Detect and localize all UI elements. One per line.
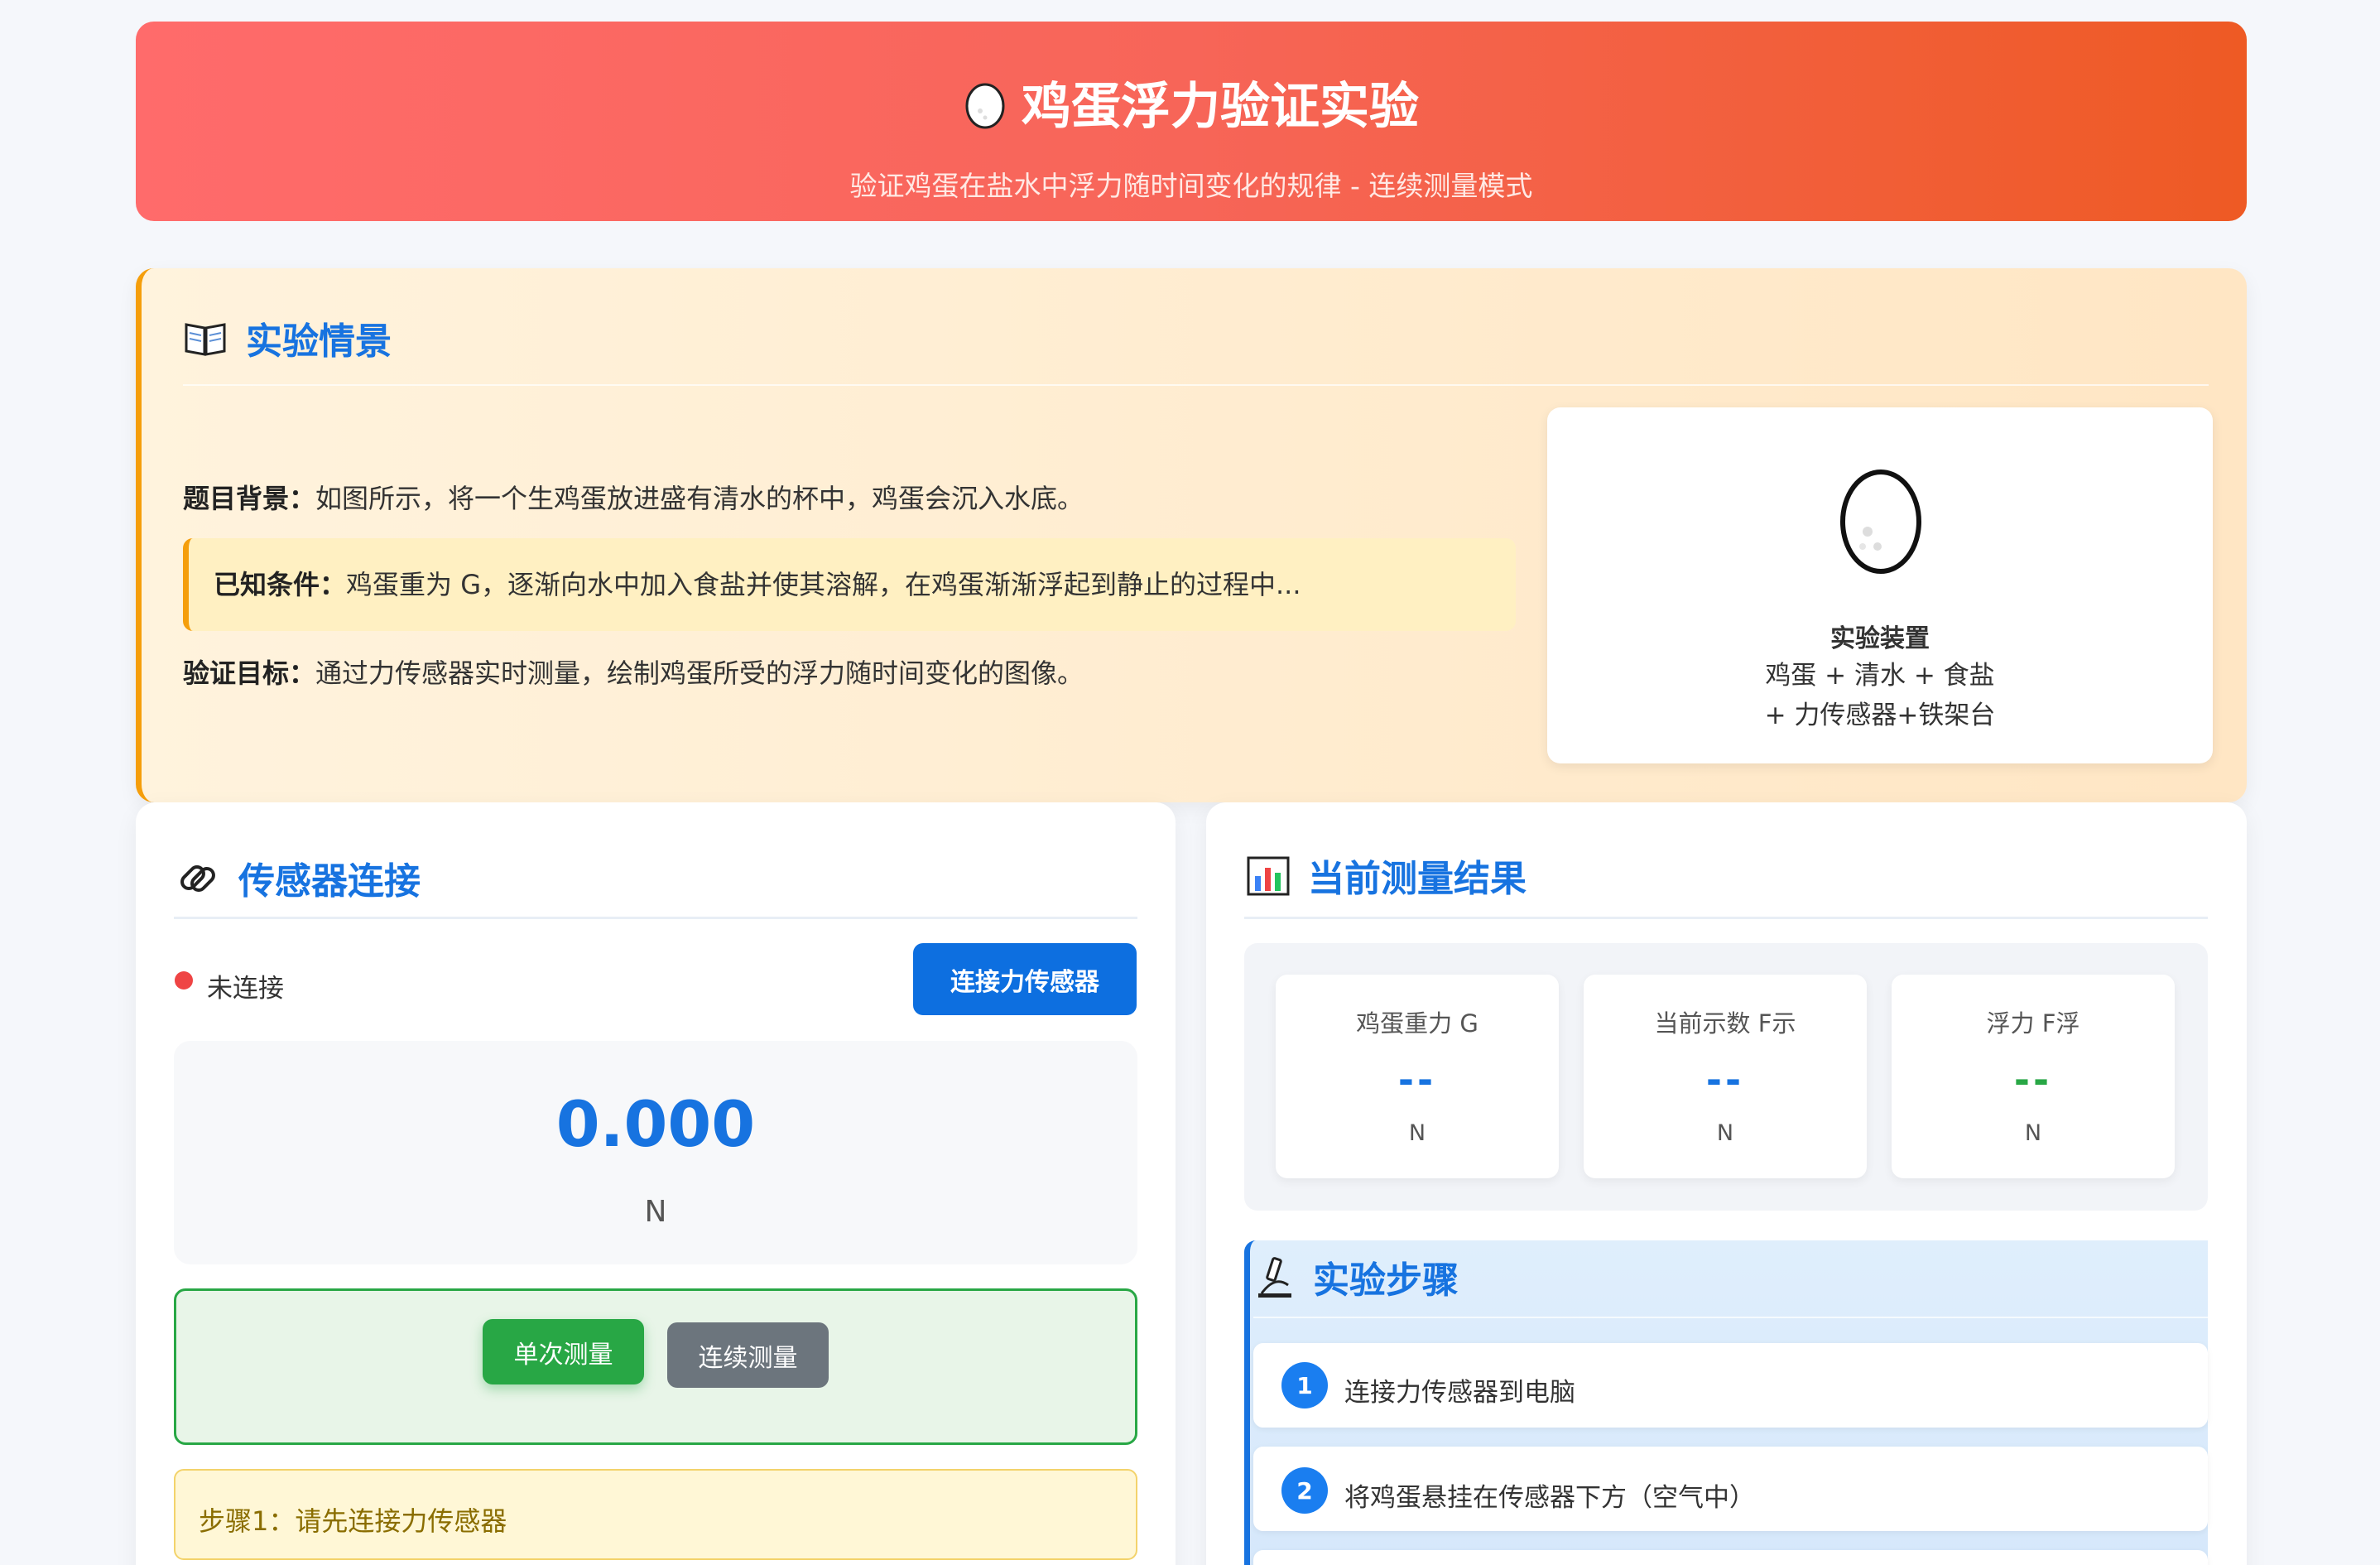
continuous-measure-button[interactable]: 连续测量 [667,1322,829,1388]
steps-title-text: 实验步骤 [1313,1259,1459,1302]
device-line-2: + 力传感器+铁架台 [1764,701,1996,730]
scenario-section: 实验情景 题目背景：如图所示，将一个生鸡蛋放进盛有清水的杯中，鸡蛋会沉入水底。 … [136,268,2247,802]
metric-unit: N [1408,1120,1426,1146]
scenario-title: 实验情景 [183,320,392,364]
step-number: 2 [1281,1467,1328,1514]
results-panel: 鸡蛋重力 G -- N 当前示数 F示 -- N 浮力 F浮 -- N [1244,943,2208,1211]
page: 鸡蛋浮力验证实验 验证鸡蛋在盐水中浮力随时间变化的规律 - 连续测量模式 实验情… [0,0,2380,1565]
device-line-1: 鸡蛋 + 清水 + 食盐 [1765,661,1995,691]
hint-text: 步骤1：请先连接力传感器 [199,1505,507,1537]
status-dot [175,971,193,990]
bar-chart-icon [1247,856,1290,903]
connect-sensor-button[interactable]: 连接力传感器 [913,943,1137,1015]
connection-status: 未连接 [207,974,284,1004]
book-icon [183,320,228,364]
results-title: 当前测量结果 [1247,856,1527,903]
step-item: 1 连接力传感器到电脑 [1253,1343,2208,1428]
step-item: 2 将鸡蛋悬挂在传感器下方（空气中） [1253,1447,2208,1531]
divider [1244,917,2208,919]
background-paragraph: 题目背景：如图所示，将一个生鸡蛋放进盛有清水的杯中，鸡蛋会沉入水底。 [183,485,1084,512]
header-banner: 鸡蛋浮力验证实验 验证鸡蛋在盐水中浮力随时间变化的规律 - 连续测量模式 [136,22,2247,221]
known-text: 鸡蛋重为 G，逐渐向水中加入食盐并使其溶解，在鸡蛋渐渐浮起到静止的过程中... [346,569,1301,600]
steps-title: 实验步骤 [1255,1255,1459,1307]
scenario-title-text: 实验情景 [246,320,392,363]
reading-display: 0.000 N [174,1041,1137,1264]
goal-text: 通过力传感器实时测量，绘制鸡蛋所受的浮力随时间变化的图像。 [315,657,1084,689]
background-label: 题目背景： [183,483,316,514]
metric-value: -- [1705,1057,1745,1102]
divider [1253,1317,2208,1318]
metric-value: -- [1397,1057,1437,1102]
metric-reading: 当前示数 F示 -- N [1584,975,1867,1178]
metric-value: -- [2013,1057,2053,1102]
step-text: 将鸡蛋悬挂在传感器下方（空气中） [1344,1483,1755,1513]
metric-label: 浮力 F浮 [1986,1009,2080,1038]
sensor-title-text: 传感器连接 [238,860,421,903]
known-label: 已知条件： [214,569,347,600]
page-title-row: 鸡蛋浮力验证实验 [136,76,2247,137]
metric-label: 当前示数 F示 [1654,1009,1796,1038]
device-card: 实验装置 鸡蛋 + 清水 + 食盐 + 力传感器+铁架台 [1547,407,2213,763]
step-number: 1 [1281,1362,1328,1408]
measure-mode-box [174,1288,1137,1445]
metric-unit: N [2024,1120,2042,1146]
reading-unit: N [644,1195,667,1229]
known-paragraph: 已知条件：鸡蛋重为 G，逐渐向水中加入食盐并使其溶解，在鸡蛋渐渐浮起到静止的过程… [214,571,1301,598]
reading-value: 0.000 [555,1087,756,1161]
step-item-partial [1253,1550,2208,1565]
egg-outline-icon [1838,460,1924,578]
step-text: 连接力传感器到电脑 [1344,1378,1575,1408]
hint-box: 步骤1：请先连接力传感器 [174,1469,1137,1560]
device-title: 实验装置 [1830,624,1930,653]
metric-gravity: 鸡蛋重力 G -- N [1276,975,1559,1178]
known-conditions-box: 已知条件：鸡蛋重为 G，逐渐向水中加入食盐并使其溶解，在鸡蛋渐渐浮起到静止的过程… [183,538,1516,631]
page-title: 鸡蛋浮力验证实验 [1022,78,1419,136]
divider [183,384,2209,386]
goal-paragraph: 验证目标：通过力传感器实时测量，绘制鸡蛋所受的浮力随时间变化的图像。 [183,660,1084,686]
microscope-icon [1255,1255,1295,1307]
page-subtitle: 验证鸡蛋在盐水中浮力随时间变化的规律 - 连续测量模式 [849,170,1533,202]
results-title-text: 当前测量结果 [1308,858,1527,900]
single-measure-button[interactable]: 单次测量 [483,1319,644,1384]
metric-label: 鸡蛋重力 G [1356,1009,1478,1038]
divider [174,917,1137,919]
egg-icon [964,76,1007,137]
sensor-title: 传感器连接 [175,856,421,908]
metric-buoyancy: 浮力 F浮 -- N [1892,975,2175,1178]
goal-label: 验证目标： [183,657,316,689]
link-icon [175,856,220,908]
metric-unit: N [1716,1120,1734,1146]
background-text: 如图所示，将一个生鸡蛋放进盛有清水的杯中，鸡蛋会沉入水底。 [315,483,1084,514]
